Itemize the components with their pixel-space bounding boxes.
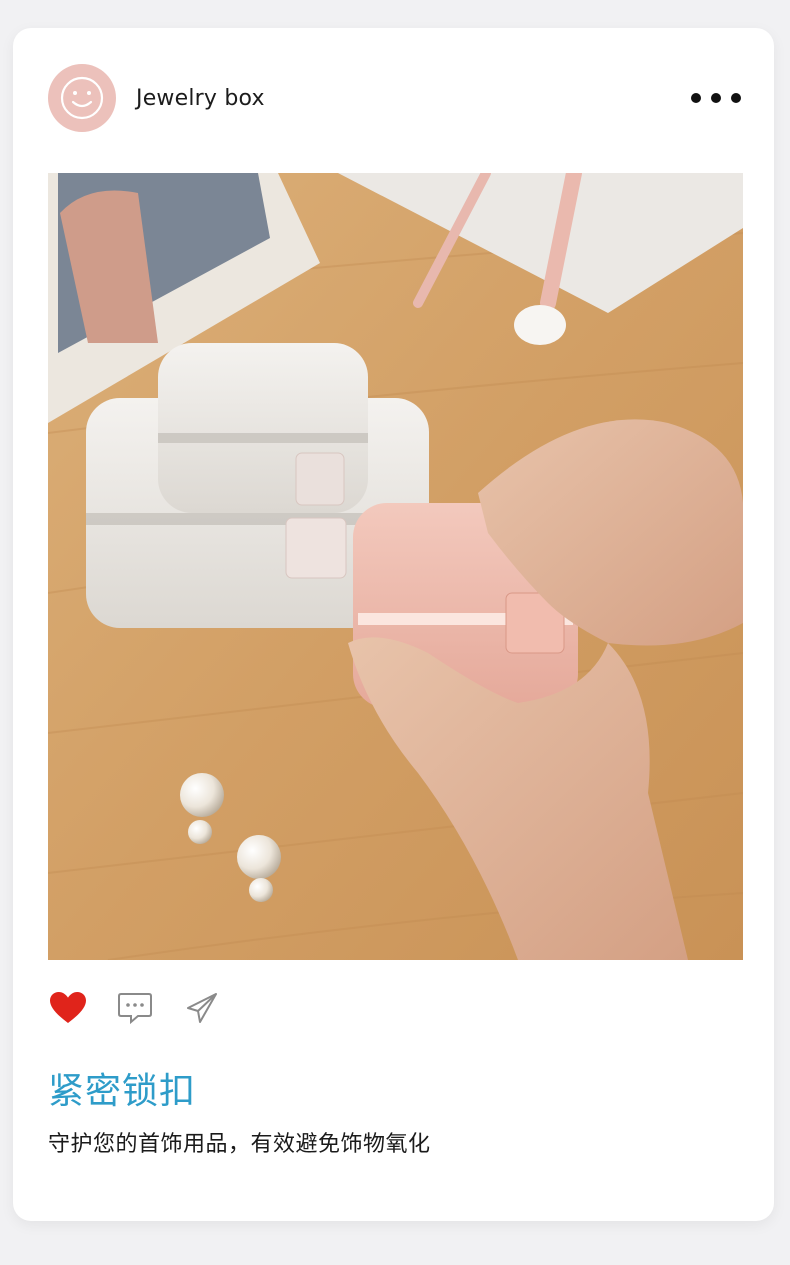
post-description: 守护您的首饰用品，有效避免饰物氧化 <box>48 1132 431 1157</box>
post-image[interactable] <box>48 173 743 960</box>
more-horizontal-icon <box>691 93 701 103</box>
post-actions <box>48 988 222 1028</box>
product-photo <box>48 173 743 960</box>
more-options-button[interactable] <box>683 85 741 111</box>
share-icon <box>187 993 217 1023</box>
heart-icon <box>50 992 86 1023</box>
smiley-face-icon <box>60 76 104 120</box>
post-card: Jewelry box 紧密锁扣 守护您的首饰用品，有效避免饰物氧化 <box>13 28 774 1221</box>
post-title: 紧密锁扣 <box>48 1071 197 1112</box>
comment-icon <box>118 993 152 1025</box>
avatar[interactable] <box>48 64 116 132</box>
share-button[interactable] <box>182 988 222 1028</box>
comment-button[interactable] <box>115 988 155 1028</box>
post-header: Jewelry box <box>48 63 741 133</box>
like-button[interactable] <box>48 988 88 1028</box>
username[interactable]: Jewelry box <box>136 86 265 111</box>
